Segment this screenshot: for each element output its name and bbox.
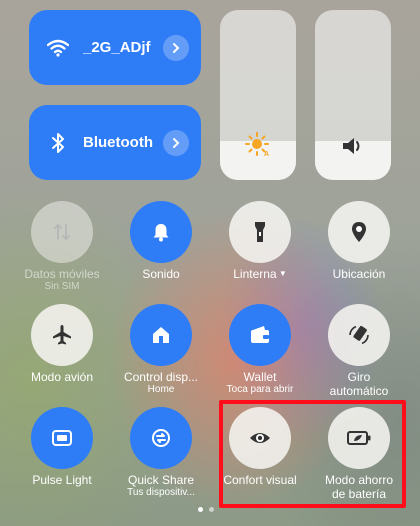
svg-text:A: A: [264, 151, 269, 157]
brightness-slider[interactable]: A: [220, 10, 296, 180]
flashlight-label: Linterna ▼: [205, 267, 315, 281]
bluetooth-tile[interactable]: Bluetooth: [29, 105, 201, 180]
wallet-label: Wallet Toca para abrir: [205, 370, 315, 396]
pulse-light-label-text: Pulse Light: [32, 473, 92, 487]
airplane-icon: [50, 323, 74, 347]
home-label: Control disp... Home: [106, 370, 216, 396]
mobile-data-label: Datos móviles Sin SIM: [7, 267, 117, 293]
flashlight-icon: [249, 220, 271, 244]
wallet-icon: [248, 324, 272, 346]
quick-share-icon: [149, 426, 173, 450]
quick-share-label: Quick Share Tus dispositiv...: [106, 473, 216, 499]
mobile-data-label-text: Datos móviles: [24, 267, 100, 281]
mobile-data-toggle[interactable]: [31, 201, 93, 263]
pulse-light-toggle[interactable]: [31, 407, 93, 469]
bell-label: Sonido: [106, 267, 216, 281]
volume-icon: [341, 135, 365, 162]
airplane-toggle[interactable]: [31, 304, 93, 366]
mobile-data-icon: [51, 221, 73, 243]
auto-rotate-label-line2: automático: [329, 384, 389, 398]
location-toggle[interactable]: [328, 201, 390, 263]
airplane-label-text: Modo avión: [30, 370, 94, 384]
page-dot: [209, 507, 214, 512]
mobile-data-sublabel: Sin SIM: [44, 281, 80, 292]
wallet-label-text: Wallet: [243, 370, 277, 384]
location-label: Ubicación: [304, 267, 414, 281]
home-sublabel: Home: [147, 384, 175, 395]
location-label-text: Ubicación: [332, 267, 386, 281]
volume-slider[interactable]: [315, 10, 391, 180]
location-icon: [348, 220, 370, 244]
bluetooth-chevron-icon[interactable]: [163, 129, 189, 156]
pulse-light-label: Pulse Light: [7, 473, 117, 487]
auto-rotate-toggle[interactable]: [328, 304, 390, 366]
wifi-network-label: _2G_ADjf: [83, 39, 151, 56]
auto-rotate-label-text: Giro: [347, 370, 371, 384]
flashlight-toggle[interactable]: [229, 201, 291, 263]
flashlight-label-text: Linterna ▼: [233, 267, 287, 281]
wifi-tile[interactable]: _2G_ADjf: [29, 10, 201, 85]
wallet-sublabel: Toca para abrir: [226, 384, 294, 395]
home-toggle[interactable]: [130, 304, 192, 366]
bluetooth-icon: [47, 132, 69, 154]
home-icon: [150, 324, 172, 346]
page-indicator: [198, 507, 214, 512]
caret-down-icon: ▼: [276, 269, 287, 278]
quick-share-toggle[interactable]: [130, 407, 192, 469]
wallet-toggle[interactable]: [229, 304, 291, 366]
auto-rotate-icon: [347, 323, 371, 347]
auto-rotate-label: Giro automático: [304, 370, 414, 398]
bell-toggle[interactable]: [130, 201, 192, 263]
wifi-chevron-icon[interactable]: [163, 34, 189, 61]
home-label-text: Control disp...: [123, 370, 199, 384]
bell-icon: [150, 221, 172, 243]
quick-share-sublabel: Tus dispositiv...: [127, 487, 195, 498]
brightness-auto-icon: A: [245, 131, 271, 162]
page-dot-active: [198, 507, 203, 512]
highlight-box: [219, 400, 406, 508]
quick-share-label-text: Quick Share: [127, 473, 195, 487]
wifi-icon: [47, 37, 69, 59]
pulse-light-icon: [50, 427, 74, 449]
bluetooth-label: Bluetooth: [83, 134, 153, 151]
bell-label-text: Sonido: [142, 267, 180, 281]
airplane-label: Modo avión: [7, 370, 117, 384]
